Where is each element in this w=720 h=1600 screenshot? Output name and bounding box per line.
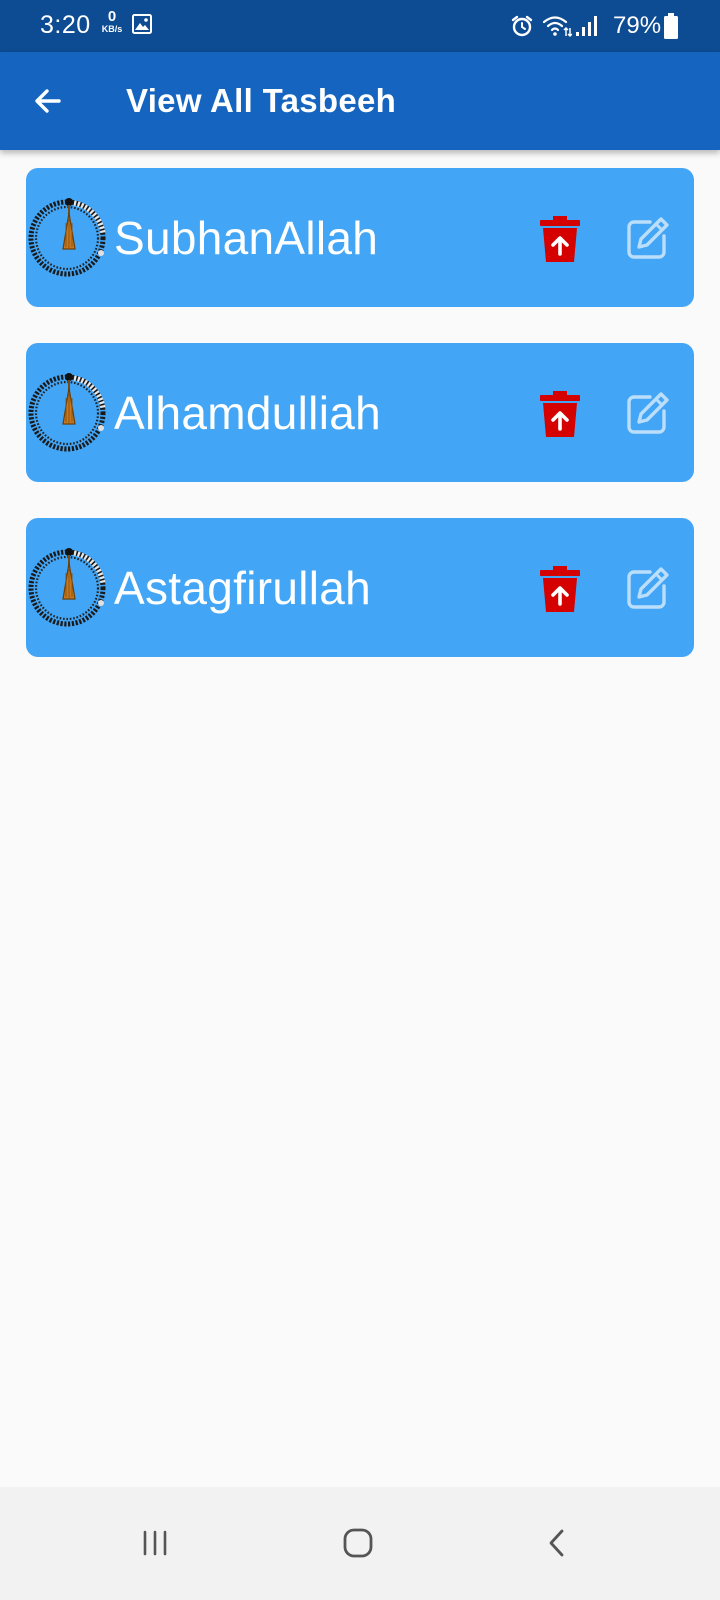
back-icon: [549, 1529, 564, 1557]
battery-icon: [664, 13, 678, 39]
tasbeeh-name: SubhanAllah: [114, 212, 379, 264]
wifi-icon: [542, 16, 572, 38]
back-button[interactable]: [26, 79, 70, 123]
system-back-button[interactable]: [530, 1517, 586, 1569]
battery-percent: 79%: [613, 12, 662, 39]
prayer-beads-icon: [28, 548, 106, 627]
page-title: View All Tasbeeh: [126, 82, 397, 119]
home-button[interactable]: [330, 1517, 386, 1569]
delete-button[interactable]: [540, 391, 580, 437]
system-nav-bar: [0, 1487, 720, 1600]
tasbeeh-list: SubhanAllah Alhamdulliah Astagfirullah: [26, 168, 694, 693]
network-speed-value: 0: [107, 8, 117, 25]
prayer-beads-icon: [28, 373, 106, 452]
alarm-icon: [511, 15, 533, 37]
network-speed-unit: KB/s: [101, 24, 123, 34]
delete-button[interactable]: [540, 216, 580, 262]
status-bar: 3:20 0 KB/s 79%: [0, 0, 720, 52]
edit-button[interactable]: [626, 216, 670, 260]
gallery-icon: [132, 14, 152, 34]
home-icon: [343, 1528, 373, 1558]
network-speed: 0 KB/s: [98, 9, 126, 34]
app-bar: View All Tasbeeh: [0, 52, 720, 150]
tasbeeh-card[interactable]: Astagfirullah: [26, 518, 694, 657]
tasbeeh-card[interactable]: Alhamdulliah: [26, 343, 694, 482]
delete-button[interactable]: [540, 566, 580, 612]
tasbeeh-card[interactable]: SubhanAllah: [26, 168, 694, 307]
prayer-beads-icon: [28, 198, 106, 277]
status-time: 3:20: [40, 11, 91, 39]
recent-apps-button[interactable]: [127, 1517, 183, 1569]
tasbeeh-name: Astagfirullah: [114, 562, 372, 614]
recent-apps-icon: [143, 1530, 167, 1556]
tasbeeh-name: Alhamdulliah: [114, 387, 381, 439]
arrow-left-icon: [35, 89, 61, 113]
edit-button[interactable]: [626, 391, 670, 435]
edit-button[interactable]: [626, 566, 670, 610]
signal-icon: [576, 16, 597, 36]
